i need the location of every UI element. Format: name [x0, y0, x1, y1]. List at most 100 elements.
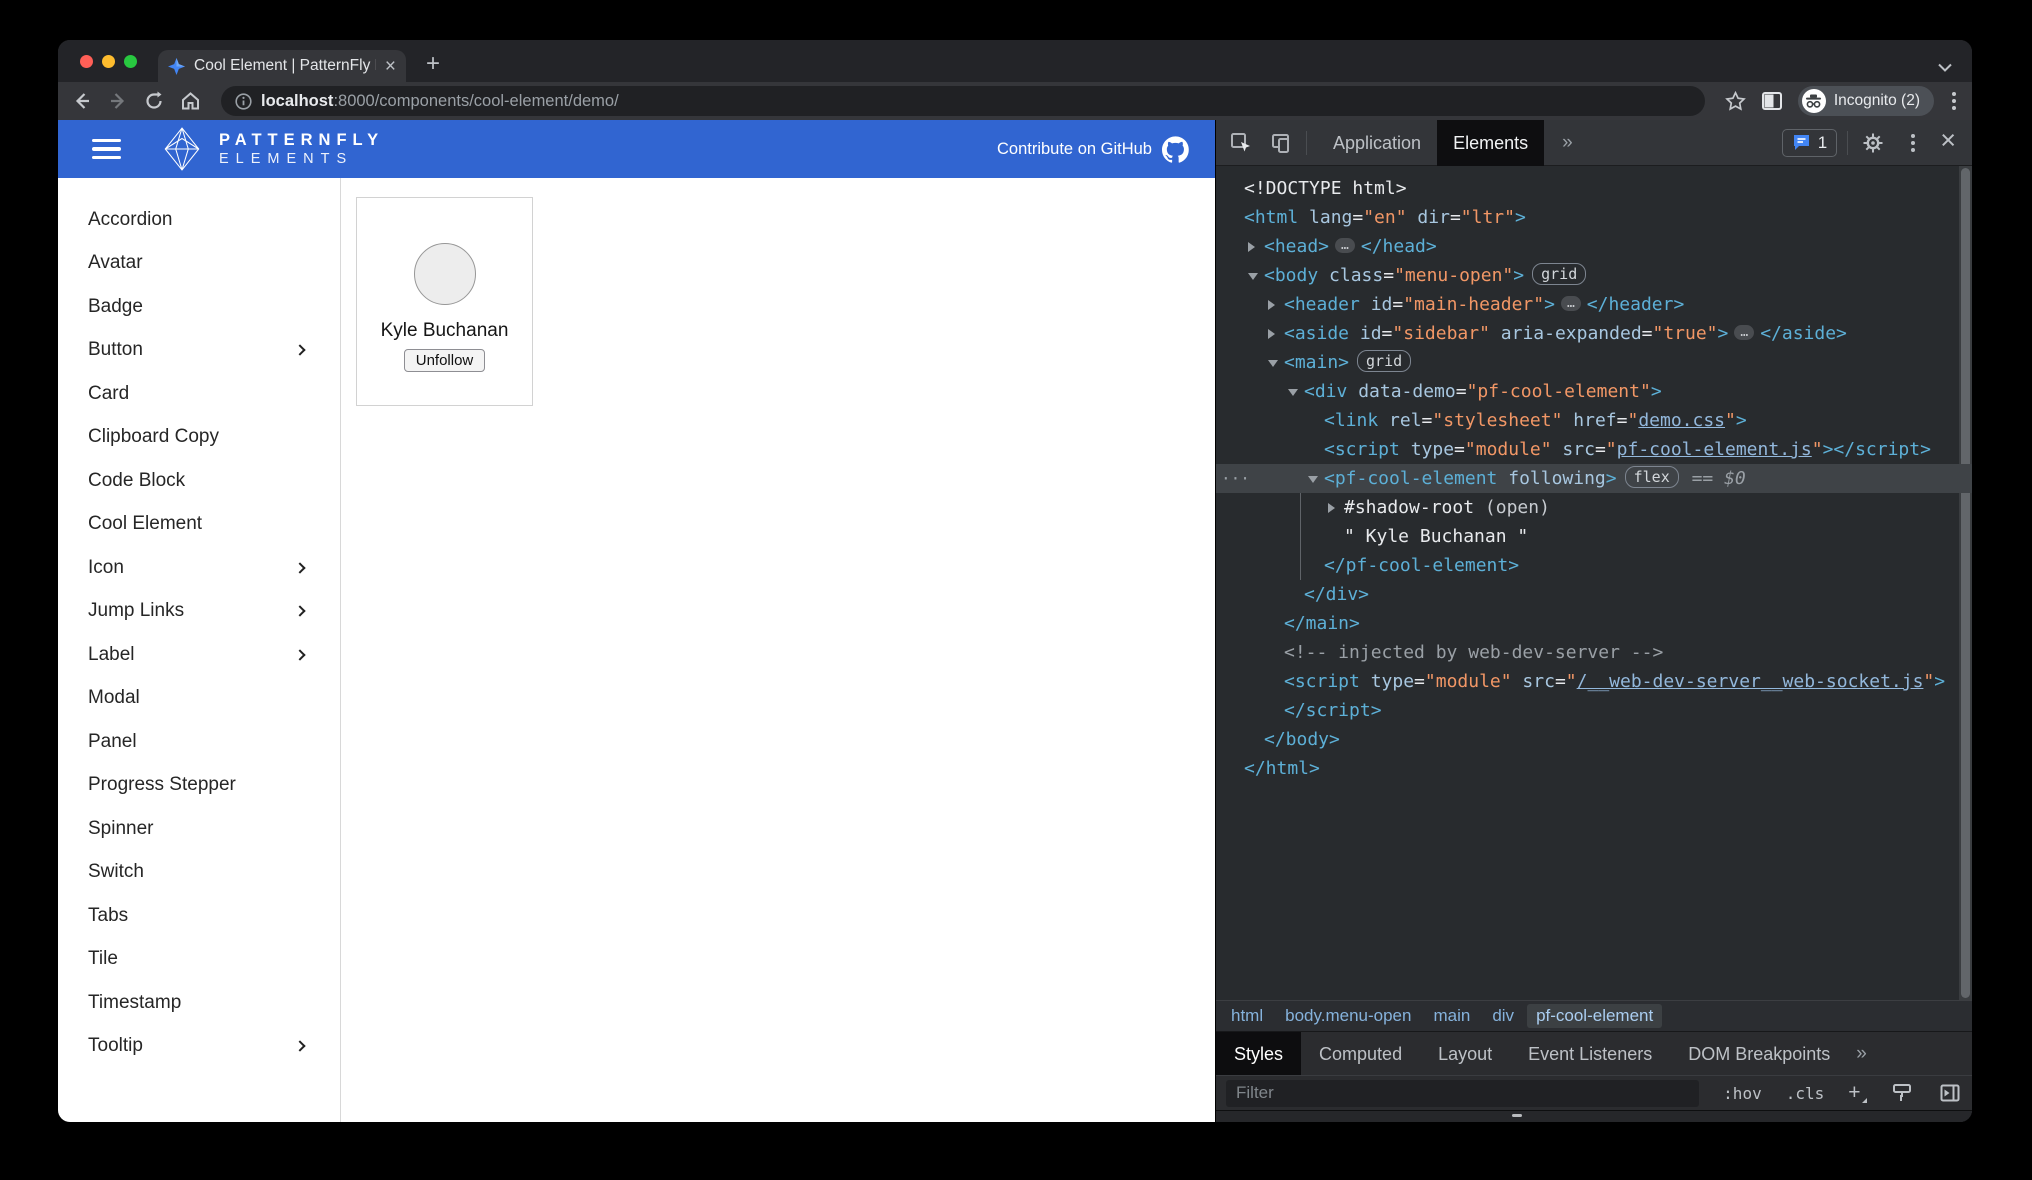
reload-icon[interactable] [144, 91, 164, 111]
device-toolbar-icon[interactable] [1266, 128, 1296, 158]
chevron-right-icon[interactable] [294, 606, 305, 617]
panel-tab-dom-breakpoints[interactable]: DOM Breakpoints [1670, 1032, 1848, 1076]
devtools-close-icon[interactable]: × [1938, 127, 1962, 158]
sidebar-item-clipboard-copy[interactable]: Clipboard Copy [58, 416, 340, 460]
bookmark-star-icon[interactable] [1725, 91, 1746, 111]
dom-tree-row[interactable]: </pf-cool-element> [1216, 551, 1972, 580]
breadcrumb-body-menu-open[interactable]: body.menu-open [1276, 1004, 1420, 1028]
sidebar-item-label[interactable]: Label [58, 633, 340, 677]
code-segment-link[interactable]: demo.css [1638, 410, 1725, 431]
code-segment-badge[interactable]: grid [1532, 263, 1586, 285]
chevron-right-icon[interactable] [294, 562, 305, 573]
dom-tree-row[interactable]: #shadow-root (open) [1216, 493, 1972, 522]
panel-tab-event-listeners[interactable]: Event Listeners [1510, 1032, 1670, 1076]
expand-arrow-right-icon[interactable] [1328, 503, 1335, 513]
element-classes-button[interactable]: .cls [1786, 1084, 1825, 1103]
more-panels-chevron-icon[interactable]: » [1554, 132, 1581, 154]
sidebar-item-timestamp[interactable]: Timestamp [58, 981, 340, 1025]
toggle-sidebar-icon[interactable] [1938, 1078, 1962, 1108]
dom-tree-row[interactable]: </main> [1216, 609, 1972, 638]
expand-arrow-down-icon[interactable] [1268, 360, 1278, 367]
dom-tree-row[interactable]: <!DOCTYPE html> [1216, 174, 1972, 203]
sidebar-item-code-block[interactable]: Code Block [58, 459, 340, 503]
expand-arrow-right-icon[interactable] [1248, 242, 1255, 252]
sidebar-item-tooltip[interactable]: Tooltip [58, 1025, 340, 1069]
expand-arrow-right-icon[interactable] [1268, 300, 1275, 310]
breadcrumb-pf-cool-element[interactable]: pf-cool-element [1527, 1004, 1662, 1028]
dom-tree-row[interactable]: <head>…</head> [1216, 232, 1972, 261]
browser-menu-kebab-icon[interactable] [1950, 92, 1958, 110]
side-panel-icon[interactable] [1762, 92, 1782, 110]
sidebar-item-cool-element[interactable]: Cool Element [58, 503, 340, 547]
sidebar-item-switch[interactable]: Switch [58, 851, 340, 895]
dom-tree-row[interactable]: <header id="main-header">…</header> [1216, 290, 1972, 319]
expand-arrow-down-icon[interactable] [1288, 389, 1298, 396]
hamburger-menu-icon[interactable] [92, 139, 121, 160]
panel-tab-styles[interactable]: Styles [1216, 1032, 1301, 1076]
dom-tree-row[interactable]: <main>grid [1216, 348, 1972, 377]
dom-tree-row[interactable]: <aside id="sidebar" aria-expanded="true"… [1216, 319, 1972, 348]
devtools-tab-elements[interactable]: Elements [1437, 120, 1544, 166]
incognito-badge[interactable]: Incognito (2) [1798, 86, 1934, 116]
sidebar-item-tabs[interactable]: Tabs [58, 894, 340, 938]
dom-tree-row[interactable]: </div> [1216, 580, 1972, 609]
chevron-right-icon[interactable] [294, 345, 305, 356]
panel-tab-computed[interactable]: Computed [1301, 1032, 1420, 1076]
expand-arrow-right-icon[interactable] [1268, 329, 1275, 339]
panel-tabs-more-chevron-icon[interactable]: » [1848, 1043, 1875, 1065]
sidebar-item-accordion[interactable]: Accordion [58, 198, 340, 242]
minimize-window-button[interactable] [102, 55, 115, 68]
dom-tree-row[interactable]: " Kyle Buchanan " [1216, 522, 1972, 551]
forward-icon[interactable] [108, 91, 128, 111]
dom-tree-row[interactable]: </body> [1216, 725, 1972, 754]
close-window-button[interactable] [80, 55, 93, 68]
url-bar[interactable]: localhost:8000/components/cool-element/d… [221, 86, 1705, 116]
code-segment-ell[interactable]: … [1734, 325, 1754, 340]
sidebar-item-jump-links[interactable]: Jump Links [58, 590, 340, 634]
sidebar-item-badge[interactable]: Badge [58, 285, 340, 329]
site-info-icon[interactable] [235, 93, 252, 110]
dom-tree-row[interactable]: <link rel="stylesheet" href="demo.css"> [1216, 406, 1972, 435]
code-segment-ell[interactable]: … [1561, 296, 1581, 311]
sidebar-item-modal[interactable]: Modal [58, 677, 340, 721]
new-tab-button[interactable]: + [426, 50, 440, 78]
sidebar-item-avatar[interactable]: Avatar [58, 242, 340, 286]
code-segment-link[interactable]: /__web-dev-server__web-socket.js [1577, 671, 1924, 692]
dom-tree-row[interactable]: <html lang="en" dir="ltr"> [1216, 203, 1972, 232]
sidebar-item-button[interactable]: Button [58, 329, 340, 373]
panel-tab-layout[interactable]: Layout [1420, 1032, 1510, 1076]
code-segment-link[interactable]: pf-cool-element.js [1617, 439, 1812, 460]
issues-counter[interactable]: 1 [1782, 129, 1837, 157]
dom-tree-row[interactable]: ···<pf-cool-element following>flex == $0 [1216, 464, 1972, 493]
dom-tree-row[interactable]: <script type="module" src="pf-cool-eleme… [1216, 435, 1972, 464]
tab-close-icon[interactable]: × [385, 57, 396, 76]
dom-tree-row[interactable]: </html> [1216, 754, 1972, 783]
chevron-right-icon[interactable] [294, 649, 305, 660]
dom-tree-row[interactable]: <div data-demo="pf-cool-element"> [1216, 377, 1972, 406]
expand-arrow-down-icon[interactable] [1248, 273, 1258, 280]
styles-filter-input[interactable] [1226, 1080, 1699, 1107]
devtools-menu-kebab-icon[interactable] [1898, 128, 1928, 158]
breadcrumb-main[interactable]: main [1424, 1004, 1479, 1028]
dom-tree-row[interactable]: <body class="menu-open">grid [1216, 261, 1972, 290]
rendering-emulation-icon[interactable] [1891, 1078, 1915, 1108]
settings-gear-icon[interactable] [1858, 128, 1888, 158]
back-icon[interactable] [72, 91, 92, 111]
tab-search-chevron-down-icon[interactable] [1938, 63, 1952, 72]
zoom-window-button[interactable] [124, 55, 137, 68]
browser-tab[interactable]: Cool Element | PatternFly Elem × [158, 50, 406, 82]
breadcrumb-html[interactable]: html [1222, 1004, 1272, 1028]
sidebar-item-progress-stepper[interactable]: Progress Stepper [58, 764, 340, 808]
contribute-link[interactable]: Contribute on GitHub [997, 136, 1189, 163]
dom-tree-row[interactable]: <script type="module" src="/__web-dev-se… [1216, 667, 1972, 696]
code-segment-badge[interactable]: grid [1357, 350, 1411, 372]
sidebar-item-card[interactable]: Card [58, 372, 340, 416]
expand-arrow-down-icon[interactable] [1308, 476, 1318, 483]
devtools-tab-application[interactable]: Application [1317, 120, 1437, 166]
home-icon[interactable] [180, 91, 201, 111]
new-style-rule-button[interactable]: + [1848, 1081, 1866, 1105]
code-segment-badge[interactable]: flex [1625, 466, 1679, 488]
code-segment-ell[interactable]: … [1335, 238, 1355, 253]
sidebar-item-panel[interactable]: Panel [58, 720, 340, 764]
inspect-element-icon[interactable] [1226, 128, 1256, 158]
